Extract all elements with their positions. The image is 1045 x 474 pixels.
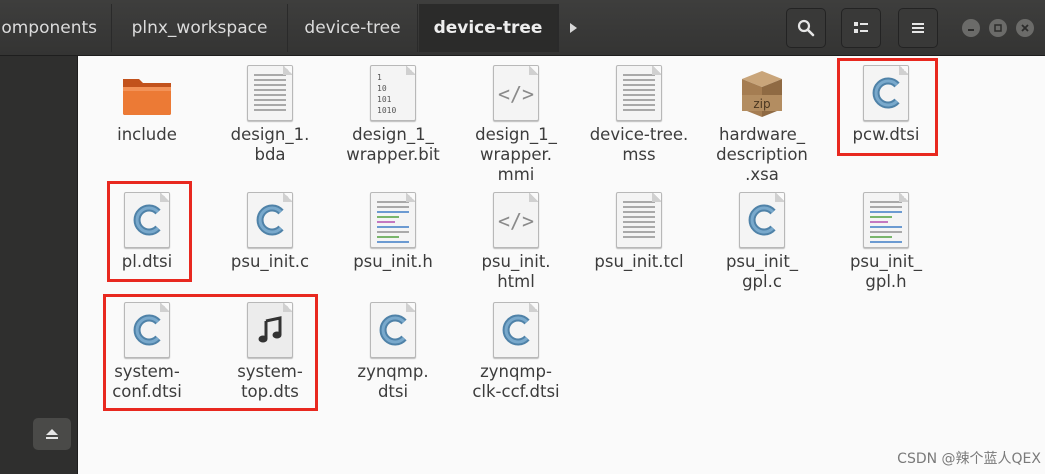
- file-item[interactable]: </> psu_init. html: [456, 190, 576, 292]
- breadcrumb-device-tree[interactable]: device-tree: [288, 4, 418, 52]
- file-item[interactable]: psu_init.h: [333, 190, 453, 272]
- file-name: include: [117, 125, 177, 144]
- breadcrumb-device-tree-current[interactable]: device-tree: [419, 4, 558, 52]
- sidebar: [0, 56, 78, 474]
- breadcrumb-plnx-workspace[interactable]: plnx_workspace: [112, 4, 288, 52]
- file-item[interactable]: zynqmp- clk-ccf.dtsi: [456, 300, 576, 402]
- close-icon: [1021, 24, 1029, 32]
- binary-glyph: 1 10 101 1010: [377, 73, 397, 115]
- file-name: psu_init_ gpl.c: [725, 252, 799, 291]
- file-name: psu_init.c: [230, 252, 310, 271]
- search-icon: [797, 19, 815, 37]
- highlight-box: [107, 181, 192, 282]
- text-file-icon: [611, 63, 667, 123]
- minimize-button[interactable]: [962, 19, 980, 37]
- file-name: zynqmp- clk-ccf.dtsi: [472, 362, 560, 401]
- c-source-icon: [734, 190, 790, 250]
- code-file-icon: </>: [488, 190, 544, 250]
- folder-icon: [119, 63, 175, 123]
- highlight-box: [103, 294, 318, 411]
- c-header-icon: [365, 190, 421, 250]
- list-view-icon: [854, 22, 868, 33]
- c-header-icon: [858, 190, 914, 250]
- file-name: psu_init.h: [353, 252, 433, 271]
- maximize-button[interactable]: [989, 19, 1007, 37]
- breadcrumb-components[interactable]: omponents: [0, 4, 112, 52]
- minimize-icon: [968, 29, 974, 31]
- menu-icon: [912, 23, 924, 33]
- zip-archive-icon: zip: [734, 63, 790, 123]
- breadcrumb-next-arrow-icon[interactable]: [558, 4, 588, 52]
- file-name: psu_init. html: [481, 252, 551, 291]
- file-item[interactable]: include: [87, 63, 207, 145]
- code-glyph: </>: [497, 209, 535, 233]
- file-name: zynqmp. dtsi: [357, 362, 429, 401]
- file-item[interactable]: zynqmp. dtsi: [333, 300, 453, 402]
- file-item[interactable]: design_1. bda: [210, 63, 330, 165]
- file-name: psu_init_ gpl.h: [849, 252, 923, 291]
- text-file-icon: [611, 190, 667, 250]
- c-source-icon: [488, 300, 544, 360]
- zip-glyph: zip: [753, 97, 770, 111]
- file-name: design_1_ wrapper. mmi: [475, 125, 557, 184]
- view-options-button[interactable]: [841, 8, 881, 48]
- file-name: psu_init.tcl: [594, 252, 684, 271]
- file-name: design_1_ wrapper.bit: [346, 125, 440, 164]
- file-item[interactable]: zip hardware_ description .xsa: [702, 63, 822, 185]
- code-glyph: </>: [497, 82, 535, 106]
- c-source-icon: [242, 190, 298, 250]
- file-item[interactable]: psu_init_ gpl.c: [702, 190, 822, 292]
- file-item[interactable]: psu_init_ gpl.h: [826, 190, 946, 292]
- file-name: device-tree. mss: [589, 125, 689, 164]
- file-item[interactable]: psu_init.tcl: [579, 190, 699, 272]
- close-button[interactable]: [1016, 19, 1034, 37]
- text-file-icon: [242, 63, 298, 123]
- c-source-icon: [365, 300, 421, 360]
- file-item[interactable]: device-tree. mss: [579, 63, 699, 165]
- eject-button[interactable]: [33, 418, 71, 450]
- search-button[interactable]: [786, 8, 826, 48]
- maximize-icon: [994, 24, 1002, 32]
- file-grid: include design_1. bda 1 10 101 1010 desi…: [79, 57, 1045, 474]
- file-name: hardware_ description .xsa: [716, 125, 808, 184]
- highlight-box: [837, 58, 938, 156]
- file-name: design_1. bda: [230, 125, 310, 164]
- eject-icon: [46, 429, 58, 439]
- file-item[interactable]: psu_init.c: [210, 190, 330, 272]
- menu-button[interactable]: [898, 8, 938, 48]
- binary-file-icon: 1 10 101 1010: [365, 63, 421, 123]
- watermark: CSDN @辣个蓝人QEX: [897, 451, 1041, 467]
- code-file-icon: </>: [488, 63, 544, 123]
- file-item[interactable]: </> design_1_ wrapper. mmi: [456, 63, 576, 185]
- file-item[interactable]: 1 10 101 1010 design_1_ wrapper.bit: [333, 63, 453, 165]
- header-bar: omponents plnx_workspace device-tree dev…: [0, 0, 1045, 56]
